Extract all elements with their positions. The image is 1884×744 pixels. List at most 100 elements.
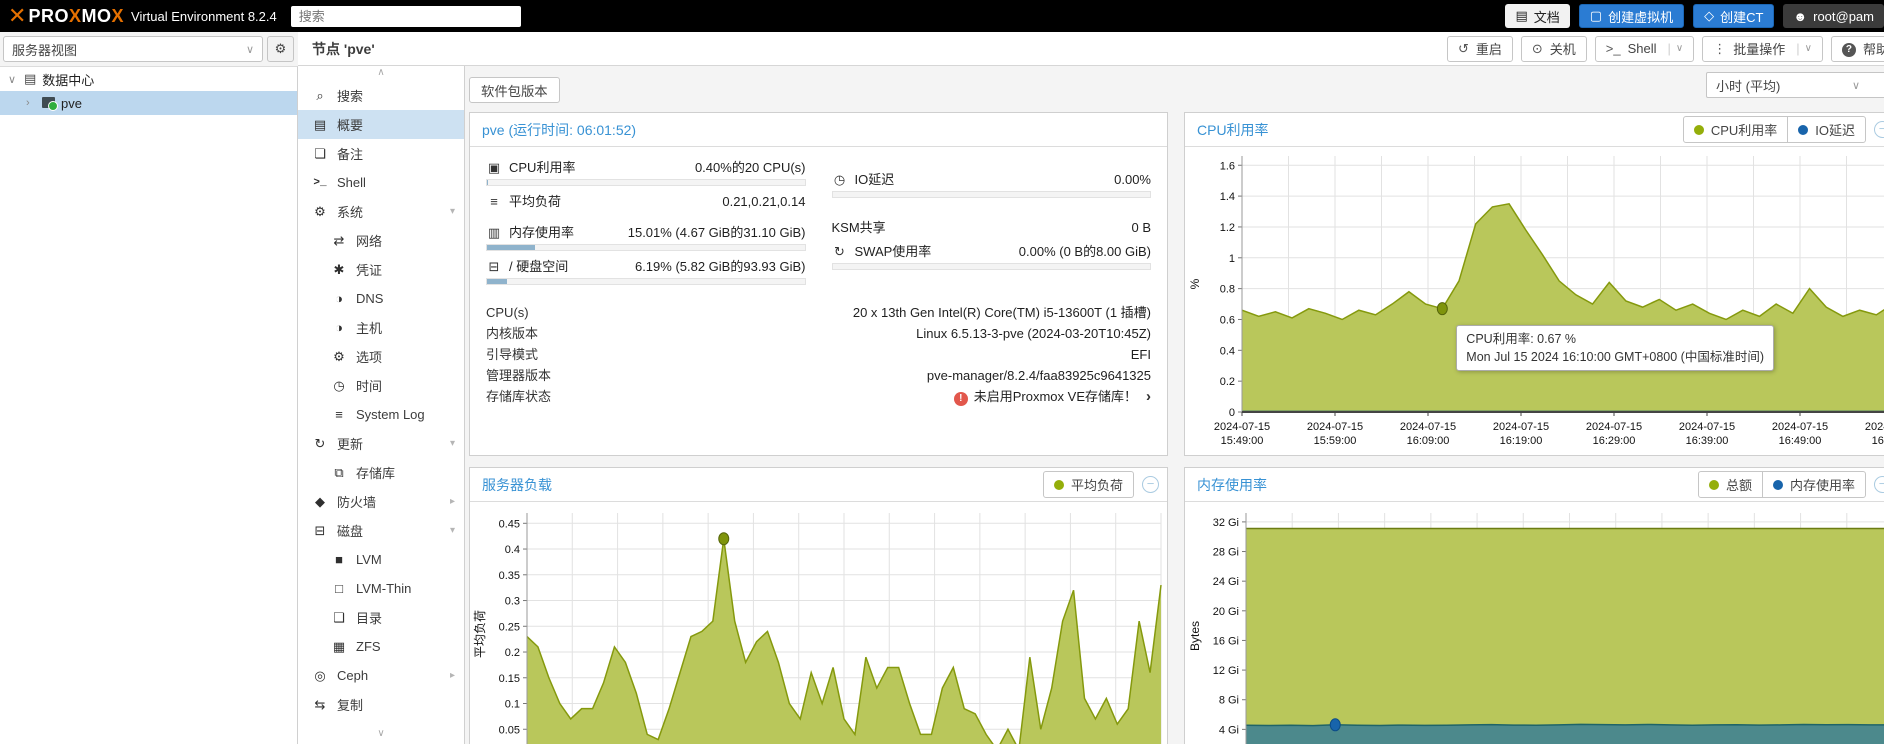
sidebar-item-shell[interactable]: >_ Shell: [298, 168, 464, 197]
collapse-panel-button[interactable]: −: [1874, 121, 1884, 138]
sidebar-item-notes[interactable]: ❏ 备注: [298, 139, 464, 168]
scroll-down-indicator[interactable]: ∨: [298, 727, 464, 742]
sidebar-item-label: Ceph: [337, 668, 369, 683]
bulk-actions-button[interactable]: ⋮ 批量操作 | ∨: [1702, 35, 1823, 62]
terminal-icon: >_: [313, 176, 327, 189]
sidebar-item-label: 时间: [356, 379, 383, 394]
info-value: EFI: [1131, 344, 1151, 365]
progress-bar: [486, 179, 806, 186]
sidebar-item-syslog[interactable]: ≡ System Log: [298, 400, 464, 429]
svg-text:0.35: 0.35: [499, 570, 520, 582]
expand-chevron-icon[interactable]: ▸: [450, 670, 455, 681]
create-vm-button[interactable]: ▢ 创建虚拟机: [1578, 4, 1685, 28]
gauge-label: IO延迟: [854, 172, 895, 187]
info-value-text: Linux 6.5.13-3-pve (2024-03-20T10:45Z): [916, 326, 1151, 341]
sidebar-item-lvm-thin[interactable]: □ LVM-Thin: [298, 574, 464, 603]
shutdown-button[interactable]: ⊙ 关机: [1520, 35, 1587, 62]
svg-text:2024-07-15: 2024-07-15: [1307, 421, 1363, 433]
info-row-cpus: CPU(s) 20 x 13th Gen Intel(R) Core(TM) i5…: [486, 302, 1151, 323]
chevron-down-icon[interactable]: ∨: [1805, 43, 1812, 54]
datacenter-icon: ▤: [24, 71, 37, 86]
sidebar-item-hosts[interactable]: ◑ 主机: [298, 313, 464, 342]
package-versions-button[interactable]: 软件包版本: [469, 77, 560, 103]
svg-text:0.3: 0.3: [505, 596, 520, 608]
legend-dot-icon: [1053, 479, 1064, 490]
legend-item[interactable]: CPU利用率: [1684, 117, 1787, 142]
svg-text:0.2: 0.2: [1220, 376, 1235, 388]
chevron-right-icon[interactable]: ›: [1146, 388, 1151, 405]
sidebar-item-repositories[interactable]: ⧉ 存储库: [298, 458, 464, 487]
tree-settings-button[interactable]: ⚙: [267, 36, 294, 62]
chart-canvas[interactable]: 1.6 1.4 1.2 1 0.8 0.6 0.4 0.2 0 2024-07-15 15:49:0…: [1186, 148, 1884, 454]
refresh-icon: ↻: [314, 435, 326, 451]
chart-tooltip: CPU利用率: 0.67 % Mon Jul 15 2024 16:10:00 G…: [1456, 324, 1775, 371]
expander-icon[interactable]: ›: [26, 97, 36, 109]
collapse-panel-button[interactable]: −: [1142, 476, 1159, 493]
cpu-chart-panel: CPU利用率 CPU利用率 IO延迟 − 1.6 1.4 1.2 1 0.8 0.6 0.4 0…: [1184, 112, 1884, 456]
sidebar-item-replication[interactable]: ⇆ 复制: [298, 690, 464, 719]
expand-chevron-icon[interactable]: ▸: [450, 496, 455, 507]
sidebar-item-search[interactable]: ⌕ 搜索: [298, 81, 464, 110]
expand-chevron-icon[interactable]: ▾: [450, 438, 455, 449]
svg-text:2024-07-15: 2024-07-15: [1400, 421, 1456, 433]
chevron-down-icon[interactable]: ∨: [1676, 43, 1683, 54]
replicate-icon: ⇆: [314, 696, 326, 712]
sidebar-item-options[interactable]: ⚙ 选项: [298, 342, 464, 371]
search-input[interactable]: [290, 5, 521, 27]
sidebar-item-lvm[interactable]: ■ LVM: [298, 545, 464, 574]
svg-text:16:29:00: 16:29:00: [1593, 435, 1636, 447]
documentation-button[interactable]: ▤ 文档: [1505, 4, 1570, 28]
gauge-rootfs: ⊟ / 硬盘空间 6.19% (5.82 GiB的93.93 GiB): [486, 258, 806, 285]
chart-canvas[interactable]: 0.45 0.4 0.35 0.3 0.25 0.2 0.15 0.1 0.05 平均负荷: [471, 503, 1166, 744]
svg-text:2024-07-15: 2024-07-15: [1214, 421, 1270, 433]
disk-icon: ⊟: [314, 522, 326, 538]
sidebar-item-certificates[interactable]: ✱ 凭证: [298, 255, 464, 284]
sidebar-item-label: 概要: [337, 118, 364, 133]
legend-label: 总额: [1725, 478, 1752, 493]
expand-chevron-icon[interactable]: ▾: [450, 206, 455, 217]
legend-item[interactable]: 内存使用率: [1761, 472, 1865, 497]
gauge-label: 平均负荷: [509, 194, 562, 209]
legend-item[interactable]: 总额: [1699, 472, 1762, 497]
svg-text:0.6: 0.6: [1220, 314, 1235, 326]
restart-button[interactable]: ↺ 重启: [1446, 35, 1513, 62]
sidebar-item-summary[interactable]: ▤ 概要: [298, 110, 464, 139]
sidebar-item-time[interactable]: ◷ 时间: [298, 371, 464, 400]
terminal-icon: >_: [1605, 41, 1621, 56]
sidebar-item-directory[interactable]: ❑ 目录: [298, 603, 464, 632]
sidebar-item-system[interactable]: ⚙ 系统 ▾: [298, 197, 464, 226]
scroll-up-indicator[interactable]: ∧: [298, 66, 464, 81]
divider: |: [1796, 41, 1800, 56]
legend-item[interactable]: 平均负荷: [1044, 472, 1133, 497]
sidebar-item-updates[interactable]: ↻ 更新 ▾: [298, 429, 464, 458]
view-select[interactable]: 服务器视图 ∨: [3, 36, 263, 62]
svg-text:0.4: 0.4: [1220, 345, 1235, 357]
sidebar-item-label: 防火墙: [337, 495, 377, 510]
sidebar-item-ceph[interactable]: ◎ Ceph ▸: [298, 661, 464, 690]
chart-canvas[interactable]: 32 Gi 28 Gi 24 Gi 20 Gi 16 Gi 12 Gi 8 Gi 4 Gi By…: [1186, 503, 1884, 744]
help-button[interactable]: ? 帮助: [1830, 35, 1884, 62]
legend-item[interactable]: IO延迟: [1787, 117, 1865, 142]
svg-text:15:59:00: 15:59:00: [1314, 435, 1357, 447]
expand-chevron-icon[interactable]: ▾: [450, 525, 455, 536]
tree-node-pve[interactable]: › pve: [0, 91, 297, 115]
expander-icon[interactable]: ∨: [8, 73, 18, 86]
svg-text:Bytes: Bytes: [1188, 621, 1202, 651]
collapse-panel-button[interactable]: −: [1874, 476, 1884, 493]
time-range-select[interactable]: 小时 (平均) ∨: [1706, 72, 1884, 98]
sidebar-item-firewall[interactable]: ◆ 防火墙 ▸: [298, 487, 464, 516]
tree-node-datacenter[interactable]: ∨ ▤ 数据中心: [0, 67, 297, 91]
shell-button[interactable]: >_ Shell | ∨: [1594, 35, 1695, 62]
sidebar-item-label: 搜索: [337, 89, 364, 104]
sidebar-item-dns[interactable]: ◑ DNS: [298, 284, 464, 313]
user-menu-button[interactable]: ☻ root@pam: [1783, 4, 1884, 28]
load-icon: ≡: [490, 194, 498, 209]
sidebar-item-disks[interactable]: ⊟ 磁盘 ▾: [298, 516, 464, 545]
info-value[interactable]: ! 未启用Proxmox VE存储库！ ›: [953, 386, 1151, 407]
sidebar-item-zfs[interactable]: ▦ ZFS: [298, 632, 464, 661]
progress-fill: [487, 180, 489, 185]
create-ct-button[interactable]: ◇ 创建CT: [1693, 4, 1775, 28]
sidebar-item-network[interactable]: ⇄ 网络: [298, 226, 464, 255]
list-icon: ≡: [335, 407, 343, 422]
gauge-io-delay: ◷ IO延迟 0.00%: [831, 171, 1151, 198]
